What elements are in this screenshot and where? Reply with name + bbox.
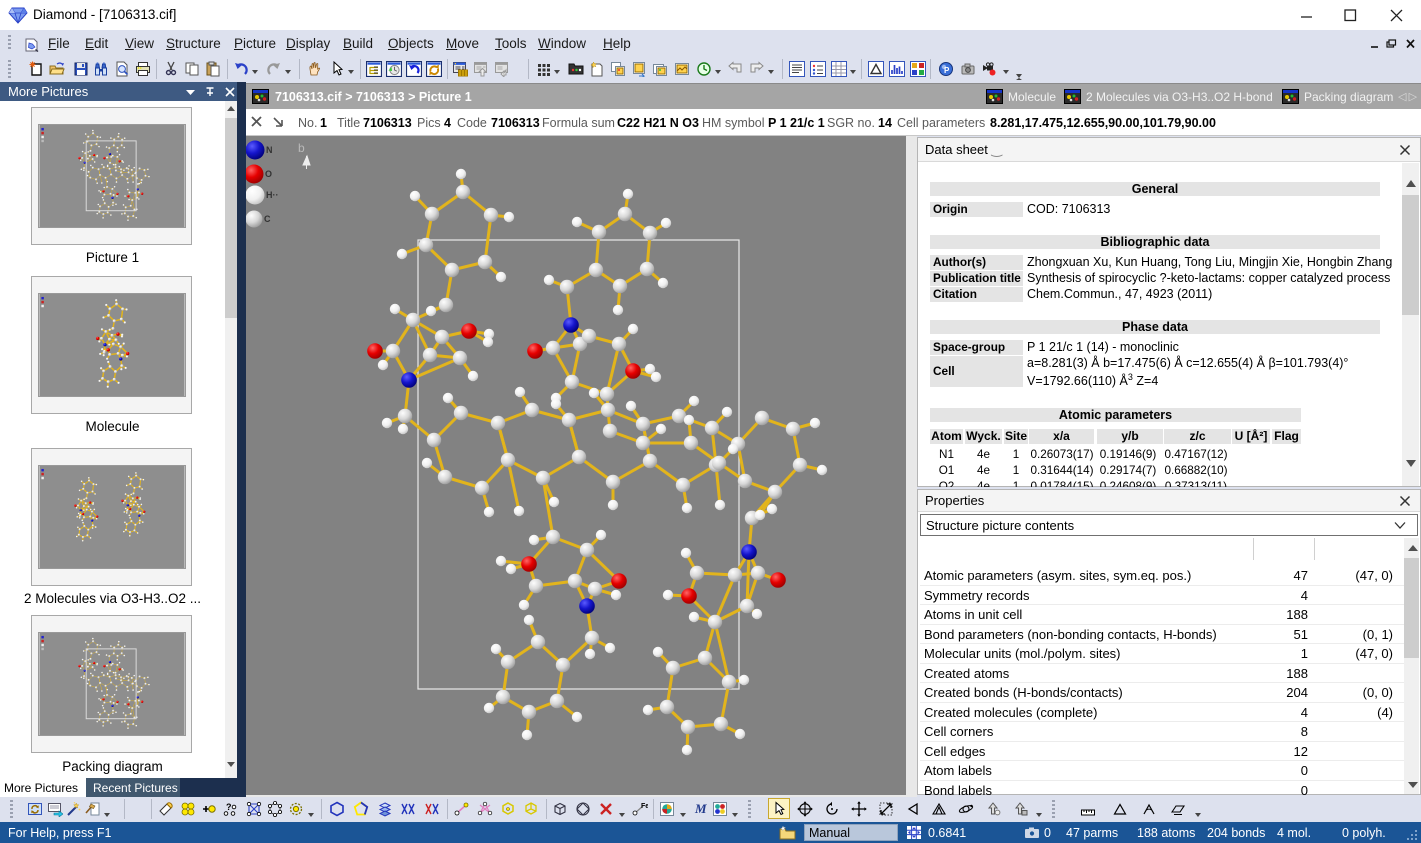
svg-text:P: P [944,66,950,75]
svg-text:C: C [264,214,271,224]
svg-text:M: M [694,801,707,816]
svg-text:N: N [266,145,273,155]
svg-text:Fe: Fe [641,803,648,810]
svg-text:O: O [265,169,272,179]
svg-text:?: ? [226,802,232,812]
svg-text:b: b [298,141,305,155]
svg-text:H··: H·· [266,190,279,200]
